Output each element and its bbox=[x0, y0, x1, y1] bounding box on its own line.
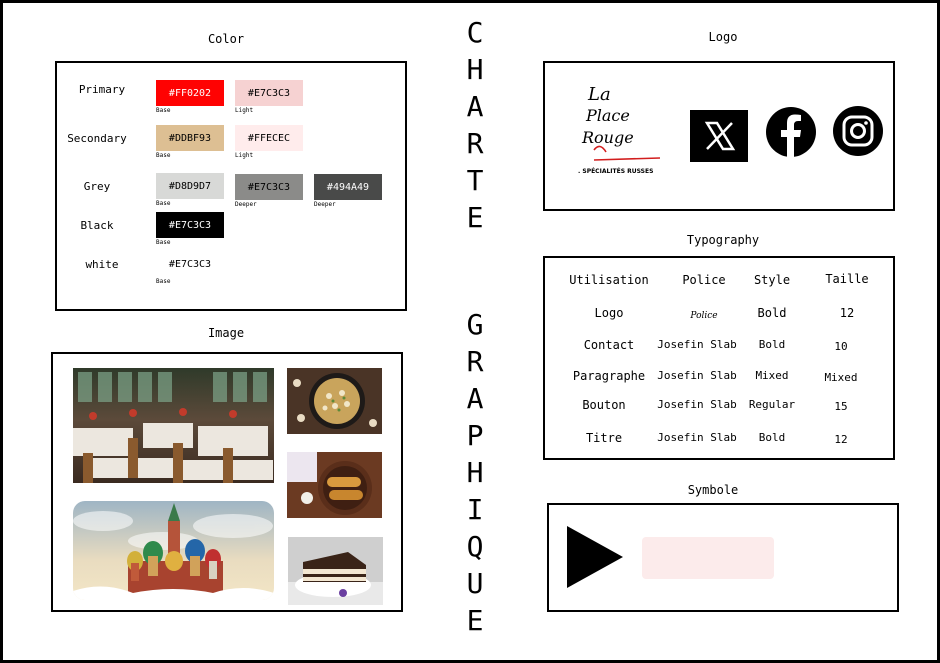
typo-header: Taille bbox=[825, 272, 869, 286]
typo-use: Paragraphe bbox=[572, 369, 646, 383]
typo-style: Bold bbox=[757, 306, 787, 320]
swatch-hex: #E7C3C3 bbox=[168, 219, 212, 231]
typo-size: Mixed bbox=[824, 371, 858, 384]
swatch-sublabel: Deeper bbox=[235, 201, 257, 208]
mushroom-skillet-image bbox=[287, 368, 382, 434]
swatch-hex: #E7C3C3 bbox=[168, 258, 212, 270]
brand-logo: La Place Rouge . SPÉCIALITÉS RUSSES bbox=[576, 82, 676, 182]
typo-font: Josefin Slab bbox=[657, 338, 737, 351]
typo-header: Utilisation bbox=[569, 273, 649, 287]
typo-header: Style bbox=[753, 273, 791, 287]
color-swatch: #D8D9D7 bbox=[156, 173, 224, 199]
typography-section-title: Typography bbox=[686, 233, 760, 247]
typo-style: Regular bbox=[748, 398, 796, 411]
typo-font: Josefin Slab bbox=[657, 369, 737, 382]
typo-use: Bouton bbox=[582, 398, 626, 412]
title-letter: H bbox=[466, 456, 484, 489]
color-swatch: #FFECEC bbox=[235, 125, 303, 151]
typo-size: 12 bbox=[839, 306, 855, 320]
typo-use: Logo bbox=[594, 306, 624, 320]
sample-button[interactable] bbox=[642, 537, 774, 579]
swatch-sublabel: Base bbox=[156, 107, 171, 114]
facebook-icon[interactable] bbox=[765, 106, 817, 158]
play-icon[interactable] bbox=[566, 525, 624, 589]
layered-cake-image bbox=[288, 537, 383, 605]
brand-line-2: Place bbox=[586, 106, 630, 125]
symbole-section-title: Symbole bbox=[687, 483, 739, 497]
color-row-label: Primary bbox=[78, 83, 126, 96]
typo-size: 12 bbox=[834, 433, 848, 446]
title-letter: P bbox=[466, 419, 484, 452]
swatch-hex: #FFECEC bbox=[247, 132, 291, 144]
swatch-sublabel: Deeper bbox=[314, 201, 336, 208]
typo-font: Josefin Slab bbox=[657, 398, 737, 411]
logo-section-title: Logo bbox=[708, 30, 738, 44]
swatch-hex: #D8D9D7 bbox=[168, 180, 212, 192]
title-letter: R bbox=[466, 345, 484, 378]
swatch-hex: #DDBF93 bbox=[168, 132, 212, 144]
swatch-sublabel: Base bbox=[156, 278, 171, 285]
title-letter: I bbox=[466, 493, 484, 526]
color-swatch: #494A49 bbox=[314, 174, 382, 200]
title-letter: E bbox=[466, 201, 484, 234]
typo-style: Bold bbox=[758, 431, 786, 444]
title-letter: R bbox=[466, 127, 484, 160]
title-letter: C bbox=[466, 16, 484, 49]
image-section-title: Image bbox=[207, 326, 245, 340]
stuffed-crepes-image bbox=[287, 452, 382, 518]
title-letter: A bbox=[466, 382, 484, 415]
title-letter: H bbox=[466, 53, 484, 86]
typo-font: Josefin Slab bbox=[657, 431, 737, 444]
x-icon[interactable] bbox=[690, 110, 748, 162]
color-row-label: Black bbox=[80, 219, 114, 232]
color-section-title: Color bbox=[207, 32, 245, 46]
typo-style: Bold bbox=[758, 338, 786, 351]
color-row-label: white bbox=[85, 258, 119, 271]
swatch-sublabel: Light bbox=[235, 107, 254, 114]
title-letter: E bbox=[466, 604, 484, 637]
title-letter: Q bbox=[466, 530, 484, 563]
typo-header: Police bbox=[682, 273, 726, 287]
typo-use: Contact bbox=[583, 338, 635, 352]
brand-line-1: La bbox=[588, 84, 611, 105]
swatch-hex: #E7C3C3 bbox=[247, 181, 291, 193]
instagram-icon[interactable] bbox=[832, 105, 884, 157]
color-swatch: #E7C3C3 bbox=[235, 80, 303, 106]
title-letter: T bbox=[466, 164, 484, 197]
title-letter: G bbox=[466, 308, 484, 341]
brand-tagline: . SPÉCIALITÉS RUSSES bbox=[578, 168, 654, 175]
color-swatch: #FF0202 bbox=[156, 80, 224, 106]
typo-use: Titre bbox=[585, 431, 623, 445]
swatch-sublabel: Base bbox=[156, 239, 171, 246]
swatch-hex: #FF0202 bbox=[168, 87, 212, 99]
swatch-sublabel: Base bbox=[156, 200, 171, 207]
color-row-label: Grey bbox=[83, 180, 111, 193]
color-swatch: #E7C3C3 bbox=[235, 174, 303, 200]
swatch-sublabel: Base bbox=[156, 152, 171, 159]
color-swatch: #DDBF93 bbox=[156, 125, 224, 151]
typo-size: 15 bbox=[834, 400, 848, 413]
typo-style: Mixed bbox=[755, 369, 789, 382]
swatch-sublabel: Light bbox=[235, 152, 254, 159]
color-row-label: Secondary bbox=[67, 132, 127, 145]
saint-basil-cathedral-image bbox=[73, 501, 274, 600]
brand-underline bbox=[593, 145, 661, 161]
swatch-hex: #494A49 bbox=[326, 181, 370, 193]
typo-font: Police bbox=[690, 311, 718, 321]
typo-size: 10 bbox=[834, 340, 848, 353]
title-letter: A bbox=[466, 90, 484, 123]
color-swatch: #E7C3C3 bbox=[156, 251, 224, 277]
title-letter: U bbox=[466, 567, 484, 600]
restaurant-interior-image bbox=[73, 368, 274, 483]
swatch-hex: #E7C3C3 bbox=[247, 87, 291, 99]
color-swatch: #E7C3C3 bbox=[156, 212, 224, 238]
